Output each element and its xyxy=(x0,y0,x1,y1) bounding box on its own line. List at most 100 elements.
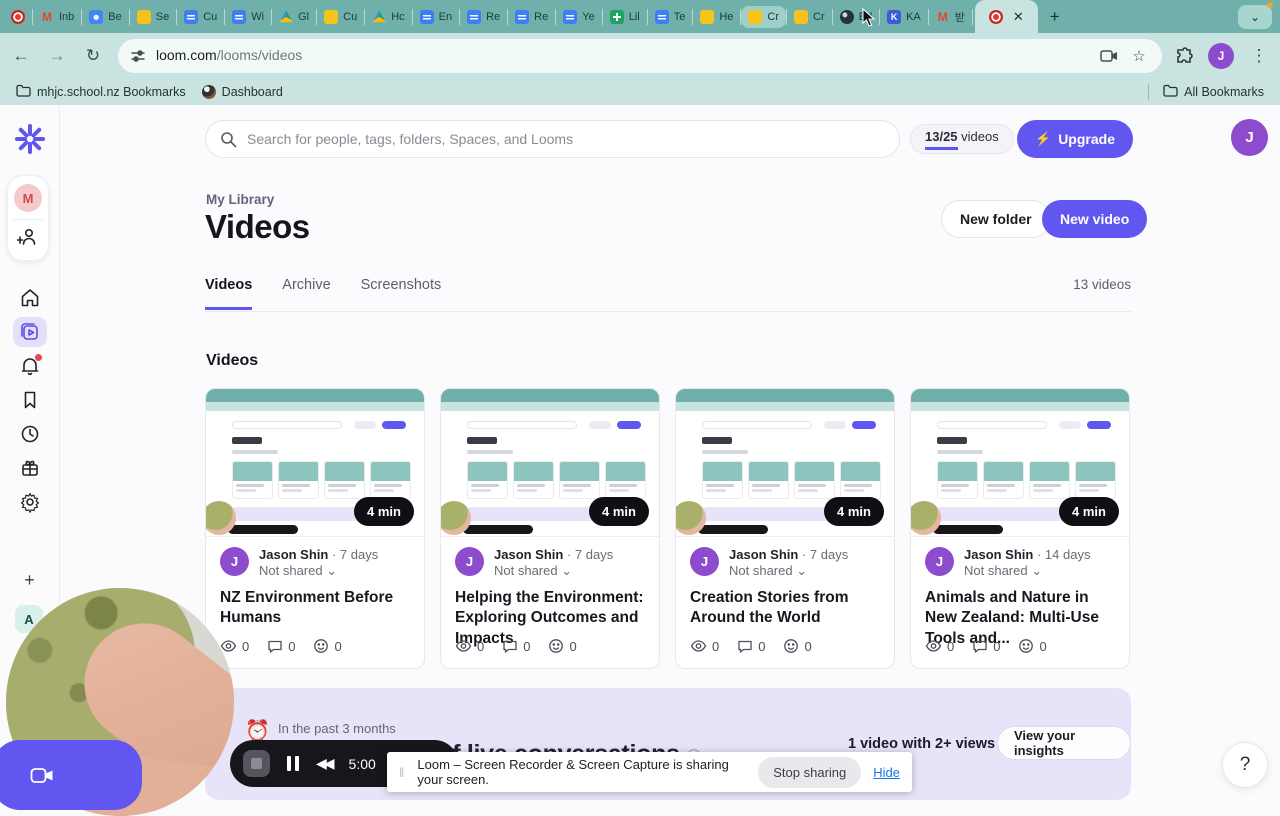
browser-tab[interactable]: Cu xyxy=(317,6,364,28)
browser-tab[interactable]: En xyxy=(413,6,459,28)
extensions-icon[interactable] xyxy=(1176,46,1194,65)
reload-button[interactable]: ↻ xyxy=(82,46,104,66)
folder-yellow-favicon xyxy=(324,9,339,24)
browser-tab[interactable]: K KA xyxy=(880,6,928,28)
search-bar[interactable] xyxy=(205,120,900,158)
share-status-dropdown[interactable]: Not shared ⌄ xyxy=(729,563,848,579)
author-avatar[interactable]: J xyxy=(220,547,249,576)
tab-search-button[interactable]: ⌄ xyxy=(1238,5,1272,29)
search-input[interactable] xyxy=(247,131,885,147)
tab-capture-icon[interactable] xyxy=(1100,49,1118,63)
browser-menu-icon[interactable]: ⋮ xyxy=(1248,46,1270,66)
view-insights-button[interactable]: View your insights xyxy=(997,726,1131,760)
pause-button[interactable] xyxy=(287,756,299,771)
author-name[interactable]: Jason Shin xyxy=(729,547,798,562)
bookmark-folder[interactable]: mhjc.school.nz Bookmarks xyxy=(12,82,190,102)
forward-button[interactable]: → xyxy=(46,46,68,66)
tab-label: He xyxy=(719,10,734,23)
user-avatar[interactable]: J xyxy=(1231,119,1268,156)
video-thumbnail[interactable]: 4 min xyxy=(441,389,659,537)
browser-tab[interactable]: Cr xyxy=(787,6,832,28)
views-icon xyxy=(925,640,942,652)
comments-stat: 0 xyxy=(502,639,530,654)
browser-profile-avatar[interactable]: J xyxy=(1208,42,1234,69)
back-button[interactable]: ← xyxy=(10,46,32,66)
video-quota-badge[interactable]: 13/25 videos xyxy=(910,124,1014,154)
video-card[interactable]: 4 min J Jason Shin · 7 days Not shared ⌄… xyxy=(440,388,660,669)
upgrade-button[interactable]: ⚡ Upgrade xyxy=(1017,120,1133,158)
author-name[interactable]: Jason Shin xyxy=(494,547,563,562)
bookmark-star-icon[interactable]: ☆ xyxy=(1128,47,1150,65)
doc-blue-favicon xyxy=(563,9,578,24)
browser-tab[interactable]: Wi xyxy=(225,6,271,28)
help-button[interactable]: ? xyxy=(1222,742,1268,788)
drag-handle[interactable]: ‖ xyxy=(399,765,405,780)
video-thumbnail[interactable]: 4 min xyxy=(911,389,1129,537)
video-card[interactable]: 4 min J Jason Shin · 14 days Not shared … xyxy=(910,388,1130,669)
tab-screenshots[interactable]: Screenshots xyxy=(361,277,442,310)
bookmark-dashboard[interactable]: Dashboard xyxy=(198,83,287,101)
bolt-icon: ⚡ xyxy=(1035,131,1052,146)
browser-tab[interactable]: Se xyxy=(130,6,176,28)
video-age: 7 days xyxy=(339,547,379,562)
browser-tab[interactable]: Ye xyxy=(556,6,601,28)
views-stat: 0 xyxy=(690,639,719,654)
browser-tab[interactable]: M받 xyxy=(929,5,972,29)
video-card[interactable]: 4 min J Jason Shin · 7 days Not shared ⌄… xyxy=(205,388,425,669)
tab-videos[interactable]: Videos xyxy=(205,277,253,310)
author-avatar[interactable]: J xyxy=(690,547,719,576)
browser-tab[interactable]: Re xyxy=(460,6,507,28)
stop-sharing-button[interactable]: Stop sharing xyxy=(758,756,862,788)
share-status-dropdown[interactable]: Not shared ⌄ xyxy=(259,563,378,579)
doc-blue-favicon xyxy=(467,9,482,24)
video-thumbnail[interactable]: 4 min xyxy=(206,389,424,537)
video-card[interactable]: 4 min J Jason Shin · 7 days Not shared ⌄… xyxy=(675,388,895,669)
author-name[interactable]: Jason Shin xyxy=(259,547,328,562)
browser-tab[interactable]: He xyxy=(693,6,740,28)
video-count: 13 videos xyxy=(1073,277,1131,292)
tab-archive[interactable]: Archive xyxy=(282,277,330,310)
browser-tab-strip: MInb☻BeSeCuWiGlCuHcEnReReYeLilTeHeCrCrEd… xyxy=(0,0,1280,33)
doc-blue-favicon xyxy=(232,9,247,24)
upgrade-label: Upgrade xyxy=(1058,131,1115,147)
video-grid: 4 min J Jason Shin · 7 days Not shared ⌄… xyxy=(205,388,1130,669)
share-status-dropdown[interactable]: Not shared ⌄ xyxy=(964,563,1090,579)
stop-recording-button[interactable] xyxy=(243,750,270,777)
tab-label: Te xyxy=(673,10,686,23)
video-age: 14 days xyxy=(1044,547,1091,562)
tab-label: Re xyxy=(486,10,501,23)
doc-blue-favicon xyxy=(184,9,199,24)
active-tab[interactable]: ✕ xyxy=(974,0,1038,33)
video-title[interactable]: NZ Environment Before Humans xyxy=(206,579,424,628)
person-blue-favicon: ☻ xyxy=(89,9,104,24)
author-avatar[interactable]: J xyxy=(455,547,484,576)
close-tab-icon[interactable]: ✕ xyxy=(1013,9,1024,25)
browser-tab[interactable]: Gl xyxy=(272,6,316,28)
all-bookmarks[interactable]: All Bookmarks xyxy=(1159,82,1268,102)
browser-tab[interactable]: M Inb xyxy=(33,6,81,28)
browser-tab[interactable] xyxy=(4,6,32,28)
author-avatar[interactable]: J xyxy=(925,547,954,576)
browser-tab[interactable]: Te xyxy=(648,6,693,28)
doc-blue-favicon xyxy=(515,9,530,24)
new-folder-button[interactable]: New folder xyxy=(941,200,1051,238)
browser-tab[interactable]: Cr xyxy=(741,5,786,28)
site-settings-icon[interactable] xyxy=(130,48,146,64)
url-bar[interactable]: loom.com/looms/videos ☆ xyxy=(118,38,1162,73)
browser-tab[interactable]: Cu xyxy=(177,6,224,28)
new-video-button[interactable]: New video xyxy=(1042,200,1148,238)
new-tab-button[interactable]: + xyxy=(1038,7,1072,27)
browser-tab[interactable]: Hc xyxy=(365,6,411,28)
browser-tab[interactable]: ☻ Be xyxy=(82,6,128,28)
hide-banner-link[interactable]: Hide xyxy=(873,765,900,780)
quota-used: 13/25 xyxy=(925,129,958,150)
reactions-stat: 0 xyxy=(313,638,342,654)
video-thumbnail[interactable]: 4 min xyxy=(676,389,894,537)
browser-tab[interactable]: Lil xyxy=(603,6,647,28)
author-name[interactable]: Jason Shin xyxy=(964,547,1033,562)
share-status-dropdown[interactable]: Not shared ⌄ xyxy=(494,563,613,579)
video-title[interactable]: Creation Stories from Around the World xyxy=(676,579,894,628)
sheet-green-favicon xyxy=(609,9,624,24)
browser-tab[interactable]: Re xyxy=(508,6,555,28)
restart-icon[interactable]: ◀◀ xyxy=(316,755,334,772)
